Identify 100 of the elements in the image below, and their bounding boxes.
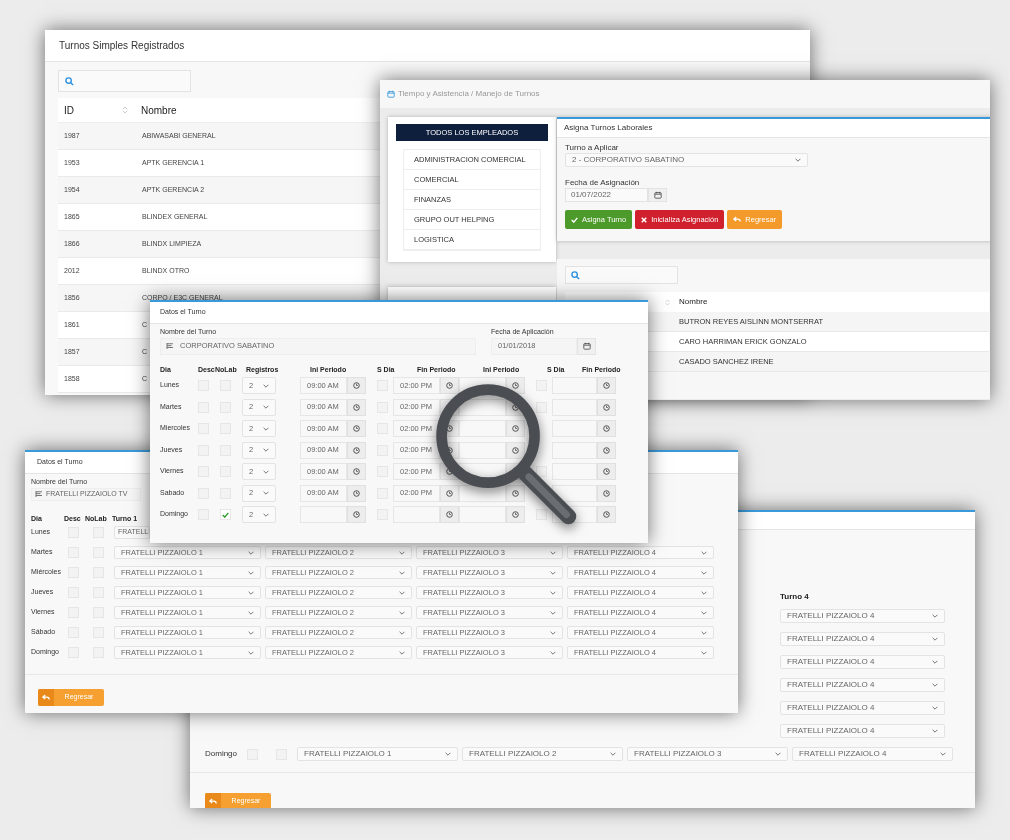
select-field[interactable]: FRATELLI PIZZAIOLO 4	[780, 724, 945, 738]
clock-icon	[446, 382, 453, 389]
chevron-icon	[399, 610, 405, 615]
chevron-icon	[932, 683, 938, 687]
chevron-icon	[263, 383, 269, 388]
search-icon	[571, 270, 580, 280]
calendar-button[interactable]	[577, 337, 596, 355]
chevron-icon	[399, 590, 405, 595]
sort-icon	[665, 297, 670, 307]
close-icon	[641, 216, 648, 223]
clock-button[interactable]	[506, 506, 525, 523]
clock-icon	[353, 382, 360, 389]
checkbox[interactable]	[536, 509, 547, 520]
clock-icon	[353, 446, 360, 454]
clock-button[interactable]	[347, 441, 366, 459]
select-field[interactable]: FRATELLI PIZZAIOLO 4	[792, 747, 953, 761]
time-field[interactable]	[552, 398, 597, 416]
field-label: Fecha de Asignación	[565, 178, 641, 188]
calendar-icon	[582, 342, 591, 350]
sort-icon	[122, 105, 128, 115]
chevron-icon	[701, 590, 707, 595]
chevron-icon	[263, 405, 269, 409]
chevron-icon	[248, 590, 254, 595]
select-field[interactable]: FRATELLI PIZZAIOLO 2	[462, 747, 623, 761]
calendar-button[interactable]	[648, 188, 667, 202]
day-label: Domingo	[205, 748, 238, 760]
clock-icon	[512, 511, 519, 518]
search-field[interactable]	[58, 70, 191, 92]
clock-button[interactable]	[347, 463, 366, 480]
chevron-icon	[932, 729, 938, 733]
select-field[interactable]: 2 - CORPORATIVO SABATINO	[565, 153, 808, 167]
time-field[interactable]	[552, 420, 597, 437]
clock-button[interactable]	[506, 484, 525, 502]
chevron-icon	[263, 469, 269, 474]
clock-button[interactable]	[597, 506, 616, 523]
chevron-icon	[701, 650, 707, 655]
clock-button[interactable]	[440, 506, 459, 523]
select-field[interactable]: FRATELLI PIZZAIOLO 4	[780, 678, 945, 692]
search-field[interactable]	[565, 266, 678, 284]
clock-icon	[446, 511, 453, 518]
clock-icon	[353, 511, 360, 518]
column-header: Nombre	[141, 103, 177, 118]
chevron-icon	[550, 630, 556, 635]
time-field[interactable]	[459, 506, 506, 523]
time-field[interactable]	[300, 506, 347, 523]
time-field[interactable]	[459, 398, 506, 416]
clock-button[interactable]	[506, 441, 525, 459]
panel-title: Asigna Turnos Laborales	[564, 122, 653, 134]
clock-button[interactable]	[506, 420, 525, 437]
chevron-icon	[550, 650, 556, 655]
chevron-icon	[775, 752, 781, 756]
checkbox[interactable]	[536, 466, 547, 477]
chevron-icon	[248, 650, 254, 655]
clock-icon	[603, 403, 610, 411]
clock-button[interactable]	[347, 506, 366, 523]
time-field[interactable]	[459, 441, 506, 459]
clock-button[interactable]	[347, 420, 366, 437]
chevron-icon	[932, 660, 938, 664]
clock-button[interactable]	[597, 484, 616, 502]
field-label: Turno a Aplicar	[565, 143, 620, 153]
clock-button[interactable]	[597, 420, 616, 437]
clock-icon	[512, 425, 519, 432]
select-field[interactable]: FRATELLI PIZZAIOLO 4	[780, 609, 945, 623]
clock-icon	[603, 446, 610, 454]
window-title: Turnos Simples Registrados	[59, 39, 185, 53]
checkbox[interactable]	[220, 509, 231, 520]
clock-button[interactable]	[597, 441, 616, 459]
flag-icon	[35, 491, 43, 497]
clock-button[interactable]	[347, 377, 366, 394]
clock-icon	[353, 425, 360, 432]
checkbox[interactable]	[536, 401, 547, 413]
chevron-icon	[248, 550, 254, 555]
chevron-icon	[550, 610, 556, 615]
date-field[interactable]: 01/07/2022	[565, 188, 648, 202]
select-field[interactable]: FRATELLI PIZZAIOLO 4	[780, 655, 945, 669]
clock-button[interactable]	[597, 398, 616, 416]
chevron-icon	[263, 512, 269, 517]
time-field[interactable]	[552, 441, 597, 459]
back-arrow-icon	[733, 216, 742, 223]
chevron-icon	[932, 637, 938, 641]
select-field[interactable]: FRATELLI PIZZAIOLO 4	[780, 701, 945, 715]
clock-button[interactable]	[347, 398, 366, 416]
clock-icon	[512, 382, 519, 389]
time-field[interactable]	[552, 377, 597, 394]
clock-icon	[512, 403, 519, 411]
back-arrow-icon	[209, 798, 217, 805]
clock-button[interactable]	[347, 484, 366, 502]
clock-button[interactable]	[440, 484, 459, 502]
select-field[interactable]: FRATELLI PIZZAIOLO 1	[297, 747, 458, 761]
clock-button[interactable]	[597, 463, 616, 480]
clock-button[interactable]	[440, 377, 459, 394]
clock-icon	[353, 489, 360, 497]
clock-button[interactable]	[597, 377, 616, 394]
select-field[interactable]: FRATELLI PIZZAIOLO 3	[627, 747, 788, 761]
chevron-icon	[263, 491, 269, 495]
time-field[interactable]	[552, 463, 597, 480]
chevron-icon	[248, 570, 254, 575]
time-field[interactable]	[459, 420, 506, 437]
time-field[interactable]	[393, 506, 440, 523]
select-field[interactable]: FRATELLI PIZZAIOLO 4	[780, 632, 945, 646]
